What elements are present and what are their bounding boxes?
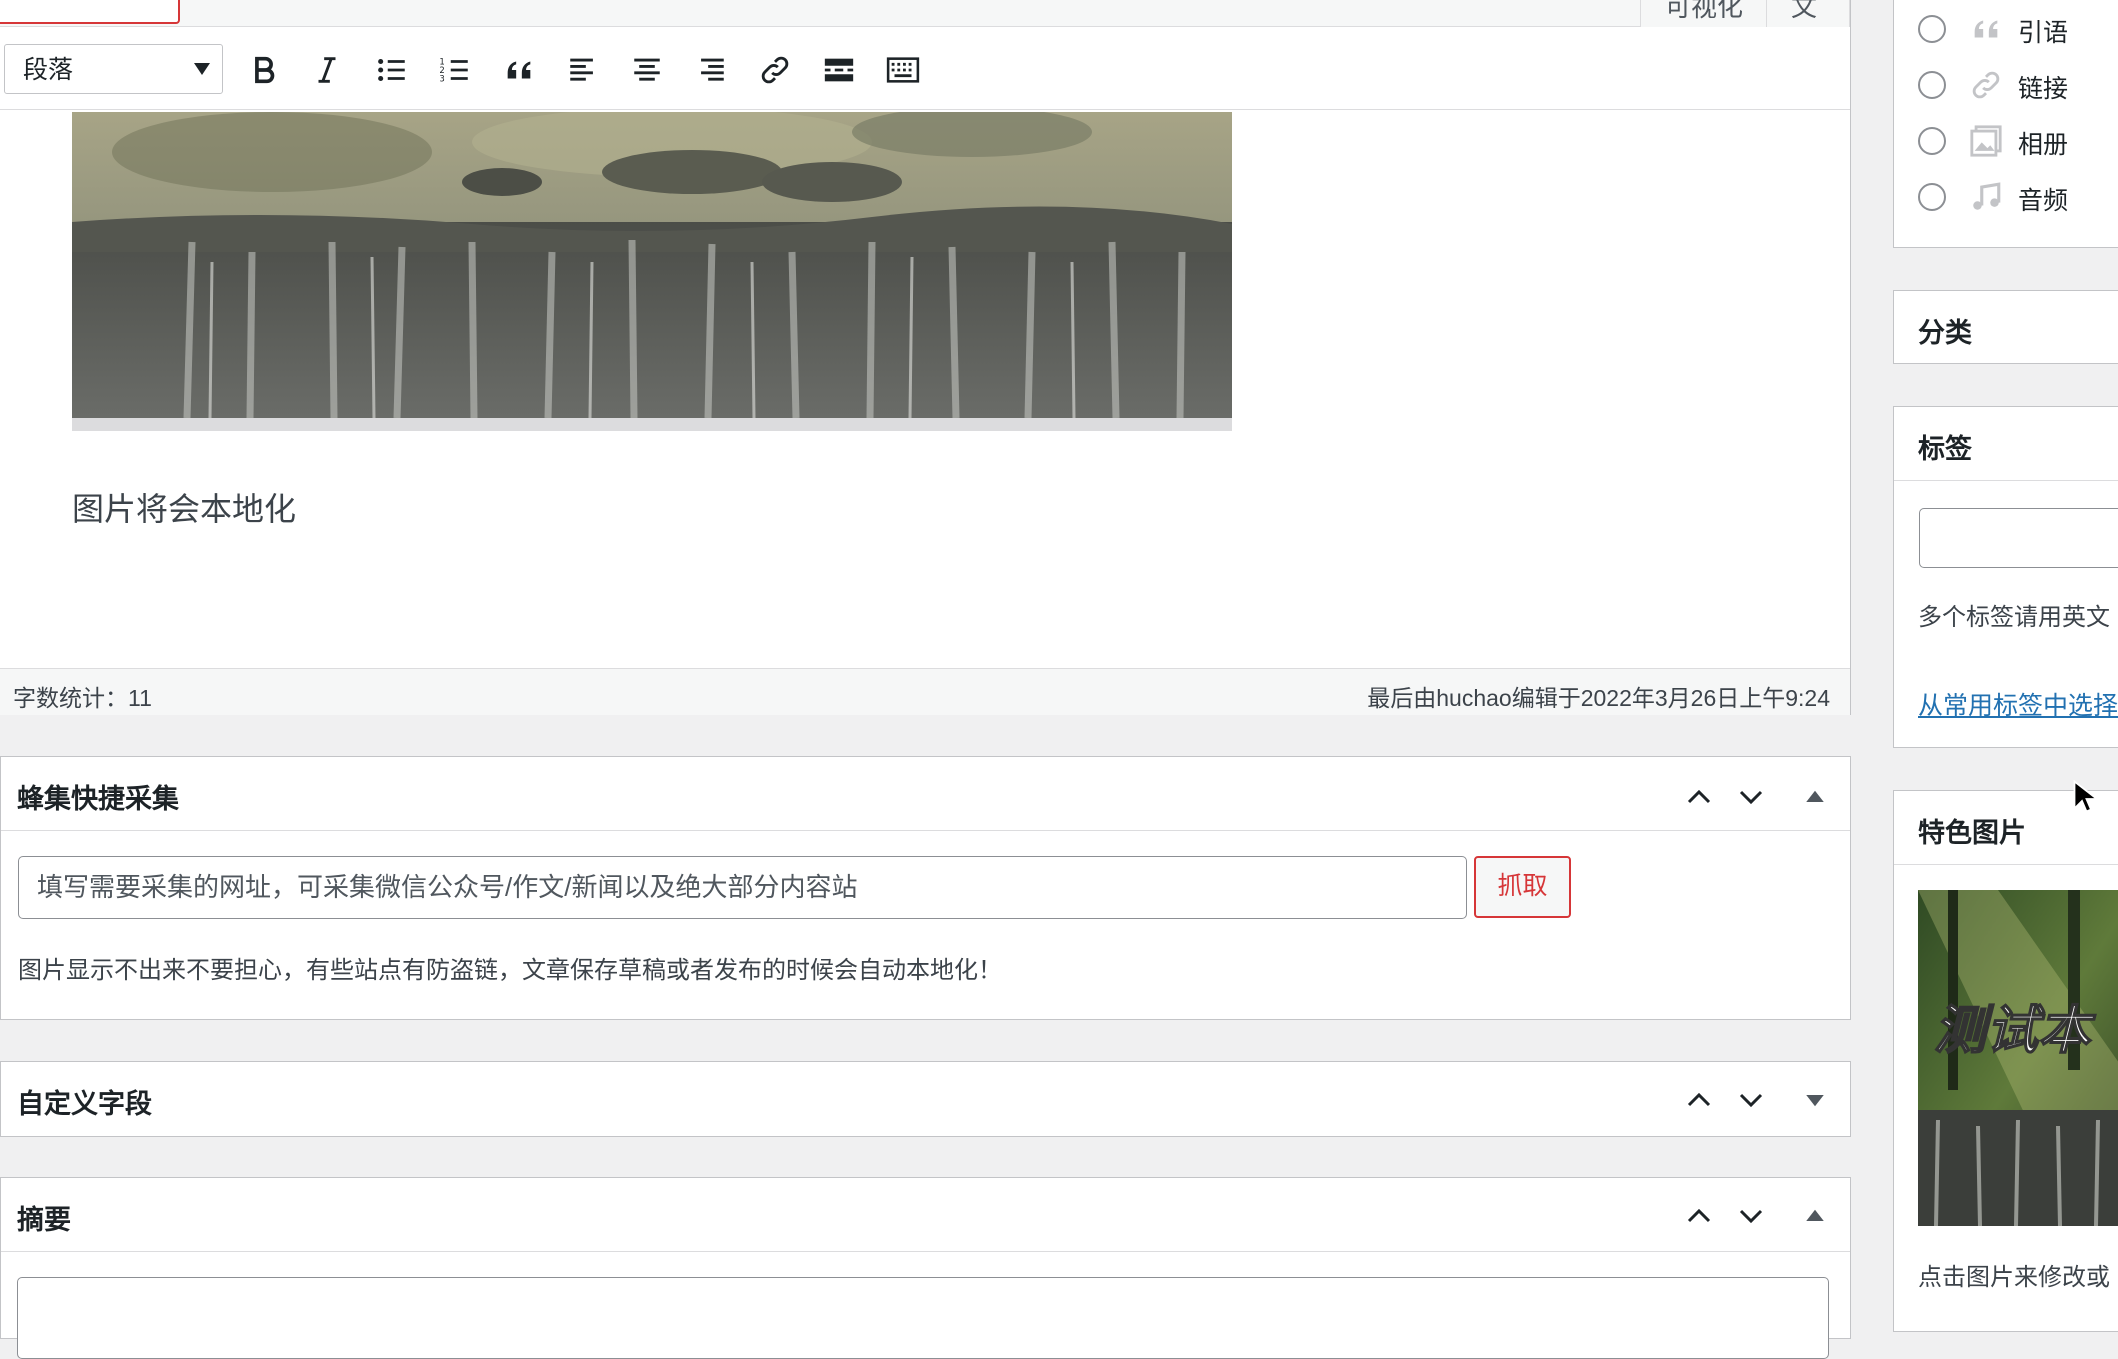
bold-icon	[255, 56, 275, 84]
format-radio-gallery[interactable]	[1918, 127, 1946, 155]
box-divider	[1, 830, 1850, 831]
align-left-button[interactable]	[561, 48, 605, 92]
collector-box-title: 蜂集快捷采集	[17, 784, 179, 814]
move-down-button[interactable]	[1733, 779, 1769, 815]
triangle-up-icon	[1806, 1209, 1824, 1221]
gallery-icon	[1966, 121, 2006, 161]
bullet-list-icon	[378, 58, 405, 82]
numbered-list-icon: 123	[439, 57, 468, 84]
move-up-button[interactable]	[1681, 1082, 1717, 1118]
custom-fields-box: 自定义字段	[0, 1061, 1851, 1137]
format-select[interactable]: 段落	[4, 44, 223, 94]
read-more-button[interactable]	[817, 48, 861, 92]
format-radio-audio[interactable]	[1918, 183, 1946, 211]
align-center-button[interactable]	[625, 48, 669, 92]
toggle-panel-button[interactable]	[1797, 1198, 1833, 1234]
tags-title[interactable]: 标签	[1918, 427, 1972, 466]
chevron-down-icon	[1739, 1093, 1763, 1108]
caption-text[interactable]: 图片将会本地化	[72, 484, 296, 530]
chevron-up-icon	[1687, 789, 1711, 804]
chevron-up-icon	[1687, 1092, 1711, 1107]
categories-title[interactable]: 分类	[1918, 311, 1972, 350]
format-radio-quote[interactable]	[1918, 15, 1946, 43]
insert-link-button[interactable]	[753, 48, 797, 92]
format-label-link: 链接	[2018, 75, 2069, 103]
fetch-button[interactable]: 抓取	[1474, 856, 1571, 918]
tag-input[interactable]	[1919, 508, 2118, 568]
move-up-button[interactable]	[1681, 1198, 1717, 1234]
triangle-up-icon	[1806, 790, 1824, 802]
tab-visual[interactable]: 可视化	[1640, 0, 1769, 28]
read-more-icon	[824, 58, 854, 82]
featured-image-title[interactable]: 特色图片	[1918, 811, 2026, 850]
chevron-down-icon	[194, 63, 210, 75]
mouse-cursor-icon	[2073, 779, 2100, 816]
bullet-list-button[interactable]	[370, 48, 414, 92]
format-label-audio: 音频	[2018, 187, 2069, 215]
move-down-button[interactable]	[1733, 1082, 1769, 1118]
custom-fields-title[interactable]: 自定义字段	[17, 1082, 152, 1121]
align-left-icon	[570, 58, 593, 81]
editor-tabs-bar	[0, 0, 1850, 27]
move-up-button[interactable]	[1681, 779, 1717, 815]
link-icon	[761, 56, 789, 84]
featured-image-thumbnail[interactable]: 测试本	[1918, 890, 2118, 1226]
tags-help-text: 多个标签请用英文	[1918, 604, 2110, 631]
chevron-up-icon	[1687, 1208, 1711, 1223]
quote-icon	[507, 61, 531, 79]
collector-box: 蜂集快捷采集 填写需要采集的网址，可采集微信公众号/作文/新闻以及绝大部分内容站…	[0, 756, 1851, 1020]
triangle-down-icon	[1806, 1095, 1824, 1107]
link-icon	[1966, 65, 2006, 105]
italic-button[interactable]	[305, 48, 349, 92]
last-edited-info: 最后由huchao编辑于2022年3月26日上午9:24	[1367, 685, 1830, 711]
toolbar-toggle-button[interactable]	[881, 48, 925, 92]
editor-status-bar: 字数统计：11 最后由huchao编辑于2022年3月26日上午9:24	[0, 668, 1850, 715]
blockquote-button[interactable]	[497, 48, 541, 92]
box-divider	[1, 1251, 1850, 1252]
format-label-gallery: 相册	[2018, 131, 2069, 159]
add-media-button[interactable]	[0, 0, 180, 24]
format-label-quote: 引语	[2018, 19, 2069, 47]
collect-url-input[interactable]: 填写需要采集的网址，可采集微信公众号/作文/新闻以及绝大部分内容站	[18, 856, 1467, 919]
chevron-down-icon	[1739, 790, 1763, 805]
format-select-value: 段落	[23, 56, 74, 84]
box-divider	[1894, 480, 2118, 481]
align-center-icon	[634, 58, 660, 81]
quote-icon	[1966, 9, 2006, 49]
waterfall-image[interactable]	[72, 112, 1232, 418]
collector-help-text: 图片显示不出来不要担心，有些站点有防盗链，文章保存草稿或者发布的时候会自动本地化…	[18, 957, 1002, 984]
numbered-list-button[interactable]: 123	[433, 48, 477, 92]
audio-icon	[1966, 177, 2006, 217]
categories-box: 分类	[1893, 290, 2118, 364]
image-bottom-bar	[72, 418, 1232, 431]
keyboard-icon	[886, 57, 920, 83]
bold-button[interactable]	[242, 48, 286, 92]
post-editor: 可视化 文本 段落 123	[0, 0, 1851, 715]
align-right-button[interactable]	[689, 48, 733, 92]
featured-image-text: 测试本	[1934, 1001, 2096, 1061]
toggle-panel-button[interactable]	[1797, 779, 1833, 815]
toggle-panel-button[interactable]	[1797, 1082, 1833, 1118]
format-radio-link[interactable]	[1918, 71, 1946, 99]
excerpt-box: 摘要	[0, 1177, 1851, 1359]
featured-image-help: 点击图片来修改或	[1918, 1264, 2110, 1291]
tags-box: 标签 多个标签请用英文 从常用标签中选择	[1893, 406, 2118, 748]
format-box: 引语 链接 相册 音频	[1893, 0, 2118, 248]
move-down-button[interactable]	[1733, 1198, 1769, 1234]
excerpt-title[interactable]: 摘要	[17, 1198, 71, 1237]
word-count: 字数统计：11	[13, 685, 152, 711]
choose-common-tags-link[interactable]: 从常用标签中选择	[1918, 686, 2118, 722]
chevron-down-icon	[1739, 1209, 1763, 1224]
align-right-icon	[701, 58, 724, 81]
box-divider	[1894, 864, 2118, 865]
italic-icon	[318, 57, 336, 83]
tab-text[interactable]: 文本	[1766, 0, 1850, 62]
svg-text:3: 3	[439, 74, 444, 84]
excerpt-textarea[interactable]	[17, 1277, 1829, 1359]
